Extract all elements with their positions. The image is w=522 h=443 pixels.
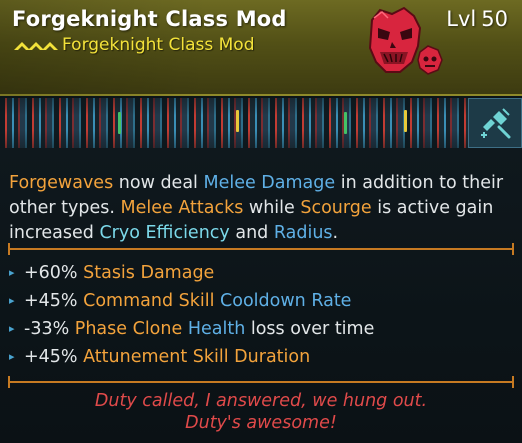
description-keyword: Melee Damage [203, 173, 336, 193]
bullet-arrow-icon: ▸ [9, 350, 15, 363]
stat-keyword: Attunement Skill Duration [83, 347, 311, 367]
item-card: Forgeknight Class Mod Forgeknight Class … [0, 0, 522, 443]
stat-text: +45% [24, 291, 84, 311]
stat-text: -33% [24, 319, 75, 339]
divider-top [8, 243, 514, 255]
stat-keyword: Health [187, 319, 246, 339]
description-text: . [332, 223, 339, 243]
band-accent-mark [118, 112, 121, 134]
description-keyword: Scourge [300, 198, 372, 218]
flavor-text: Duty called, I answered, we hung out. Du… [0, 390, 522, 434]
stat-line: ▸ +45% Command Skill Cooldown Rate [9, 290, 374, 318]
stat-text: loss over time [245, 319, 375, 339]
stat-line: ▸ +45% Attunement Skill Duration [9, 346, 374, 374]
description-text: and [229, 223, 274, 243]
manufacturer-badge [468, 98, 522, 148]
stat-keyword: Phase Clone [74, 319, 183, 339]
description-keyword: Melee Attacks [120, 198, 244, 218]
forgeknight-skull-emblem-icon [368, 6, 443, 75]
band-accent-mark [344, 112, 347, 134]
divider-bottom [8, 376, 514, 388]
item-level: Lvl 50 [446, 7, 508, 31]
item-subtitle: Forgeknight Class Mod [62, 35, 255, 55]
stat-text: +60% [24, 263, 84, 283]
description-keyword: Forgewaves [9, 173, 114, 193]
stat-line: ▸ -33% Phase Clone Health loss over time [9, 318, 374, 346]
stat-list: ▸ +60% Stasis Damage ▸ +45% Command Skill C… [9, 262, 374, 374]
band-accent-mark [404, 110, 407, 132]
stat-line: ▸ +60% Stasis Damage [9, 262, 374, 290]
description-text: now deal [113, 173, 204, 193]
description-text: while [243, 198, 301, 218]
bullet-arrow-icon: ▸ [9, 322, 15, 335]
stat-keyword: Command Skill [83, 291, 215, 311]
stat-text: +45% [24, 347, 84, 367]
bullet-arrow-icon: ▸ [9, 266, 15, 279]
stat-keyword: Cooldown Rate [220, 291, 352, 311]
item-description: Forgewaves now deal Melee Damage in addi… [9, 171, 514, 246]
flavor-line-1: Duty called, I answered, we hung out. [94, 391, 428, 411]
bullet-arrow-icon: ▸ [9, 294, 15, 307]
description-keyword: Radius [273, 223, 333, 243]
stat-keyword: Stasis Damage [83, 263, 215, 283]
item-title: Forgeknight Class Mod [12, 7, 287, 31]
description-keyword: Cryo Efficiency [99, 223, 230, 243]
legendary-chevrons-icon [14, 42, 58, 50]
level-value: 50 [481, 7, 508, 31]
flavor-line-2: Duty's awesome! [185, 413, 337, 433]
level-label: Lvl [446, 7, 477, 31]
band-accent-mark [236, 110, 239, 132]
manufacturer-syringe-icon [481, 108, 511, 139]
